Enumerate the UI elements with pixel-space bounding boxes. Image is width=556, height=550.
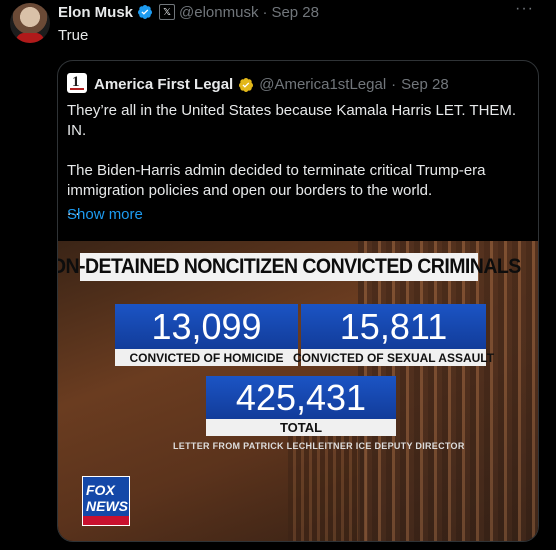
quote-date: Sep 28 bbox=[401, 76, 449, 93]
quote-text: They’re all in the United States because… bbox=[67, 101, 529, 221]
quote-separator: · bbox=[391, 76, 397, 93]
fox-news-logo: FOX NEWS bbox=[82, 476, 130, 526]
verified-org-badge-icon bbox=[239, 77, 254, 92]
author-name[interactable]: Elon Musk bbox=[58, 4, 133, 21]
quote-media-image[interactable]: NON-DETAINED NONCITIZEN CONVICTED CRIMIN… bbox=[58, 241, 538, 541]
stat-sexual-assault-label: CONVICTED OF SEXUAL ASSAULT bbox=[292, 349, 495, 366]
quoted-tweet[interactable]: 1 America First Legal @America1stLegal ·… bbox=[57, 60, 539, 542]
quote-author-name: America First Legal bbox=[94, 76, 234, 93]
quote-paragraph-2: The Biden-Harris admin decided to termin… bbox=[67, 162, 486, 199]
author-handle[interactable]: @elonmusk bbox=[179, 4, 258, 21]
quote-header: America First Legal @America1stLegal · S… bbox=[94, 76, 449, 93]
stat-total-value: 425,431 bbox=[206, 376, 396, 419]
tweet-header: Elon Musk 𝕏 @elonmusk · Sep 28 bbox=[58, 3, 319, 21]
quote-author-avatar: 1 bbox=[67, 73, 87, 93]
show-more-link[interactable]: Show more bbox=[67, 206, 143, 223]
stat-total-label: TOTAL bbox=[206, 419, 396, 436]
author-avatar[interactable] bbox=[10, 3, 50, 43]
graphic-headline: NON-DETAINED NONCITIZEN CONVICTED CRIMIN… bbox=[58, 253, 521, 281]
header-separator: · bbox=[262, 3, 268, 21]
x-affiliate-icon: 𝕏 bbox=[159, 4, 176, 20]
verified-badge-icon bbox=[138, 5, 153, 19]
stat-homicide-value: 13,099 bbox=[115, 304, 298, 349]
tweet-date[interactable]: Sep 28 bbox=[271, 4, 319, 21]
tweet-text: True bbox=[58, 27, 89, 44]
quote-author-handle: @America1stLegal bbox=[259, 76, 387, 93]
stat-homicide-label: CONVICTED OF HOMICIDE bbox=[115, 349, 298, 366]
stat-sexual-assault-value: 15,811 bbox=[301, 304, 486, 349]
more-horizontal-icon[interactable]: ··· bbox=[515, 0, 534, 18]
quote-paragraph-1: They’re all in the United States because… bbox=[67, 102, 517, 139]
graphic-source: LETTER FROM PATRICK LECHLEITNER ICE DEPU… bbox=[173, 441, 465, 451]
